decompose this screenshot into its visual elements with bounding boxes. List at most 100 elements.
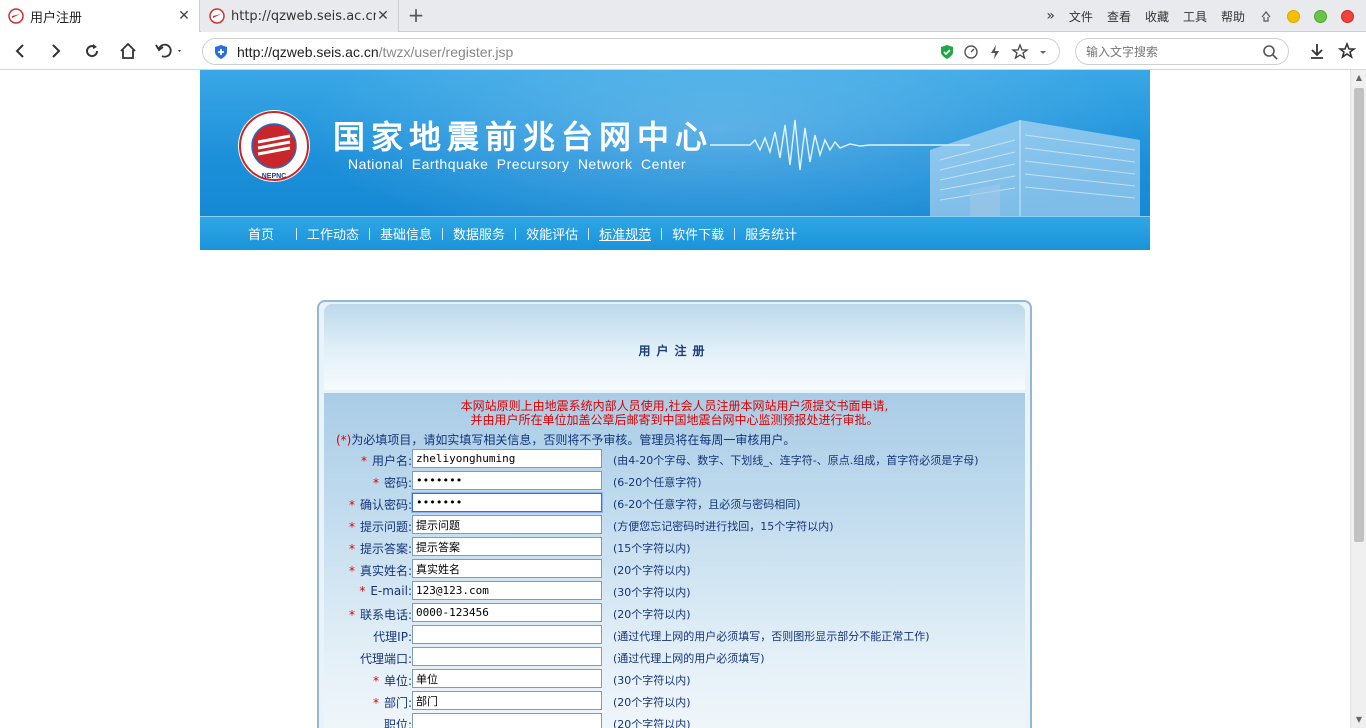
home-button[interactable]: [116, 39, 140, 63]
phone-hint: (20个字符以内): [613, 608, 691, 621]
notice-line-2: 并由用户所在单位加盖公章后邮寄到中国地震台网中心监测预报处进行审批。: [470, 413, 879, 427]
proxy-ip-label: 代理IP:: [373, 628, 412, 645]
position-input[interactable]: [412, 713, 602, 728]
department-label-text: 部门:: [383, 696, 412, 710]
password-label-text: 密码:: [383, 476, 412, 490]
forward-button[interactable]: [44, 39, 68, 63]
form-row-confirm-password: * 确认密码: (6-20个任意字符，且必须与密码相同): [324, 493, 1025, 515]
hint-answer-label-text: 提示答案:: [359, 542, 412, 556]
organization-input[interactable]: [412, 669, 602, 688]
back-button[interactable]: [8, 39, 32, 63]
organization-label: * 单位:: [373, 672, 412, 689]
form-row-email: * E-mail: (30个字符以内): [324, 581, 1025, 603]
scroll-up-icon[interactable]: ▲: [1351, 70, 1366, 86]
nav-basic-info[interactable]: 基础信息: [370, 224, 442, 243]
password-label: * 密码:: [373, 474, 412, 491]
security-check-icon[interactable]: [939, 44, 955, 60]
tab-title: 用户注册: [30, 10, 83, 26]
confirm-password-input[interactable]: [412, 493, 602, 512]
required-star: *: [348, 498, 355, 512]
form-row-password: * 密码: (6-20个任意字符): [324, 471, 1025, 493]
tab-register[interactable]: 用户注册 ✕: [0, 0, 200, 32]
nav-data-service[interactable]: 数据服务: [443, 224, 515, 243]
nav-news[interactable]: 工作动态: [297, 224, 369, 243]
real-name-input[interactable]: [412, 559, 602, 578]
confirm-password-label: * 确认密码:: [349, 496, 412, 513]
password-hint: (6-20个任意字符): [613, 476, 702, 489]
address-bar[interactable]: http://qzweb.seis.ac.cn/twzx/user/regist…: [202, 38, 1060, 65]
pin-icon[interactable]: [1259, 9, 1273, 23]
nav-standards[interactable]: 标准规范: [589, 224, 661, 243]
minimize-dot-icon[interactable]: [1287, 9, 1300, 23]
position-hint: (20个字符以内): [613, 718, 691, 728]
scroll-down-icon[interactable]: ▼: [1351, 712, 1366, 728]
nav-home[interactable]: 首页: [238, 224, 284, 243]
search-input[interactable]: [1086, 44, 1262, 59]
favorites-button[interactable]: [1335, 39, 1359, 63]
download-button[interactable]: [1305, 39, 1329, 63]
required-star: *: [348, 564, 355, 578]
menu-view[interactable]: 查看: [1107, 8, 1131, 25]
email-label: * E-mail:: [359, 584, 412, 598]
hint-question-hint: (方便您忘记密码时进行找回，15个字符以内): [613, 520, 834, 533]
form-row-hint-question: * 提示问题: (方便您忘记密码时进行找回，15个字符以内): [324, 515, 1025, 537]
close-icon[interactable]: ✕: [376, 8, 390, 24]
position-label: 职位:: [384, 716, 412, 728]
speed-gauge-icon[interactable]: [963, 44, 979, 60]
password-input[interactable]: [412, 471, 602, 490]
nav-evaluation[interactable]: 效能评估: [516, 224, 588, 243]
form-row-department: * 部门: (20个字符以内): [324, 691, 1025, 713]
real-name-hint: (20个字符以内): [613, 564, 691, 577]
position-label-text: 职位:: [383, 718, 412, 728]
menu-file[interactable]: 文件: [1069, 8, 1093, 25]
browser-toolbar: http://qzweb.seis.ac.cn/twzx/user/regist…: [0, 32, 1366, 70]
close-icon[interactable]: ✕: [177, 8, 191, 24]
email-hint: (30个字符以内): [613, 586, 691, 599]
shield-icon[interactable]: [213, 44, 229, 60]
hint-answer-input[interactable]: [412, 537, 602, 556]
menu-tools[interactable]: 工具: [1183, 8, 1207, 25]
forward-arrow-icon: [52, 44, 61, 58]
lightning-icon[interactable]: [987, 44, 1003, 60]
username-input[interactable]: [412, 449, 602, 468]
register-title: 用户注册: [638, 344, 711, 358]
menu-favorites[interactable]: 收藏: [1145, 8, 1169, 25]
reload-button[interactable]: [80, 39, 104, 63]
tab-second[interactable]: http://qzweb.seis.ac.cn/t ✕: [201, 0, 399, 32]
page-scrollbar[interactable]: ▲ ▼: [1350, 70, 1366, 728]
close-window-dot-icon[interactable]: [1341, 9, 1354, 23]
star-bookmark-icon[interactable]: [1011, 42, 1029, 61]
proxy-ip-input[interactable]: [412, 625, 602, 644]
url-text[interactable]: http://qzweb.seis.ac.cn/twzx/user/regist…: [237, 44, 939, 60]
proxy-port-label-text: 代理端口:: [359, 652, 412, 666]
form-row-proxy-ip: 代理IP: (通过代理上网的用户必须填写，否则图形显示部分不能正常工作): [324, 625, 1025, 647]
site-nav: 首页 工作动态 基础信息 数据服务 效能评估 标准规范 软件下载 服务统计: [200, 216, 1150, 250]
phone-label-text: 联系电话:: [359, 608, 412, 622]
phone-input[interactable]: [412, 603, 602, 622]
required-star: *: [372, 476, 379, 490]
building-image: [930, 120, 1140, 216]
register-panel-header: 用户注册: [324, 304, 1025, 390]
scrollbar-thumb[interactable]: [1354, 88, 1364, 542]
menu-help[interactable]: 帮助: [1221, 8, 1245, 25]
undo-close-button[interactable]: [152, 39, 186, 63]
dropdown-chevron-icon[interactable]: [1037, 46, 1049, 58]
department-input[interactable]: [412, 691, 602, 710]
form-row-organization: * 单位: (30个字符以内): [324, 669, 1025, 691]
department-label: * 部门:: [373, 694, 412, 711]
tab-title: http://qzweb.seis.ac.cn/t: [231, 8, 376, 24]
registration-notice: 本网站原则上由地震系统内部人员使用,社会人员注册本网站用户须提交书面申请, 并由…: [324, 399, 1025, 427]
hint-question-input[interactable]: [412, 515, 602, 534]
maximize-dot-icon[interactable]: [1314, 9, 1327, 23]
search-icon[interactable]: [1262, 44, 1278, 60]
new-tab-button[interactable]: +: [404, 4, 428, 28]
department-hint: (20个字符以内): [613, 696, 691, 709]
email-input[interactable]: [412, 581, 602, 600]
search-box[interactable]: [1075, 38, 1289, 65]
nav-statistics[interactable]: 服务统计: [735, 224, 807, 243]
proxy-port-input[interactable]: [412, 647, 602, 666]
form-row-hint-answer: * 提示答案: (15个字符以内): [324, 537, 1025, 559]
hint-question-label-text: 提示问题:: [359, 520, 412, 534]
more-chevron-icon[interactable]: »: [1046, 8, 1055, 24]
nav-downloads[interactable]: 软件下载: [662, 224, 734, 243]
